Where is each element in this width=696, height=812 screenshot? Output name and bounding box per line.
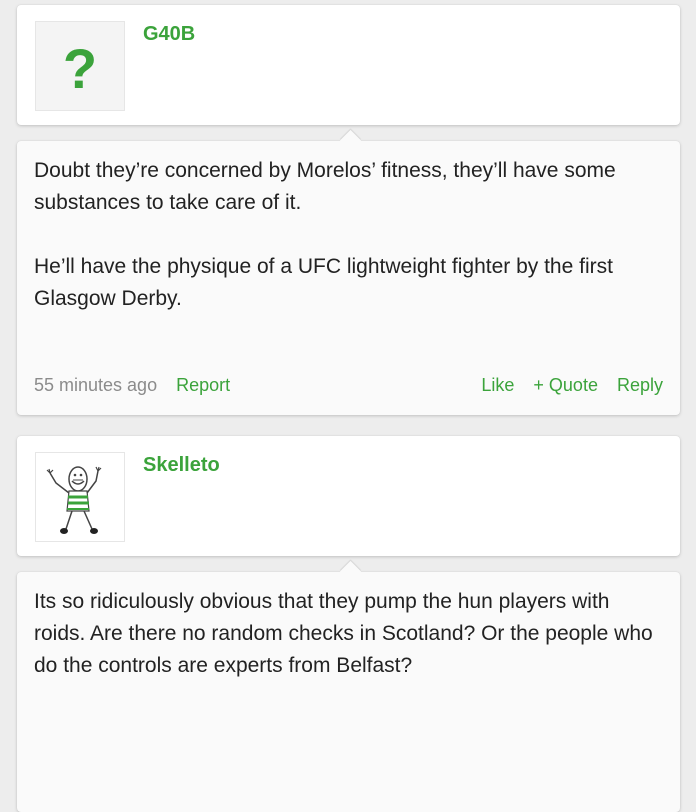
report-link[interactable]: Report	[176, 375, 230, 395]
username[interactable]: G40B	[143, 23, 195, 46]
user-avatar[interactable]: ?	[35, 21, 125, 111]
reply-link[interactable]: Reply	[617, 375, 663, 395]
post-body-card: Doubt they’re concerned by Morelos’ fitn…	[17, 129, 680, 415]
username[interactable]: Skelleto	[143, 454, 220, 477]
post-footer: 55 minutes ago Report Like + Quote Reply	[34, 373, 663, 397]
stick-figure-icon	[46, 466, 102, 534]
speech-notch	[339, 560, 362, 583]
speech-notch	[339, 129, 362, 152]
user-avatar[interactable]	[35, 452, 125, 542]
post-author-card: ? G40B	[17, 5, 680, 125]
svg-text:?: ?	[63, 37, 97, 100]
post-paragraph: Its so ridiculously obvious that they pu…	[34, 590, 653, 677]
post-paragraph: Doubt they’re concerned by Morelos’ fitn…	[34, 159, 616, 214]
post-text: Its so ridiculously obvious that they pu…	[34, 586, 664, 714]
question-mark-icon: ?	[63, 37, 97, 100]
post-author-card: Skelleto	[17, 436, 680, 556]
post-timestamp: 55 minutes ago	[34, 375, 158, 395]
quote-link[interactable]: + Quote	[533, 375, 598, 395]
post-body-card: Its so ridiculously obvious that they pu…	[17, 560, 680, 812]
like-link[interactable]: Like	[481, 375, 514, 395]
post-actions: Like + Quote Reply	[467, 373, 663, 397]
post-paragraph: He’ll have the physique of a UFC lightwe…	[34, 255, 613, 310]
post-text: Doubt they’re concerned by Morelos’ fitn…	[34, 155, 664, 347]
